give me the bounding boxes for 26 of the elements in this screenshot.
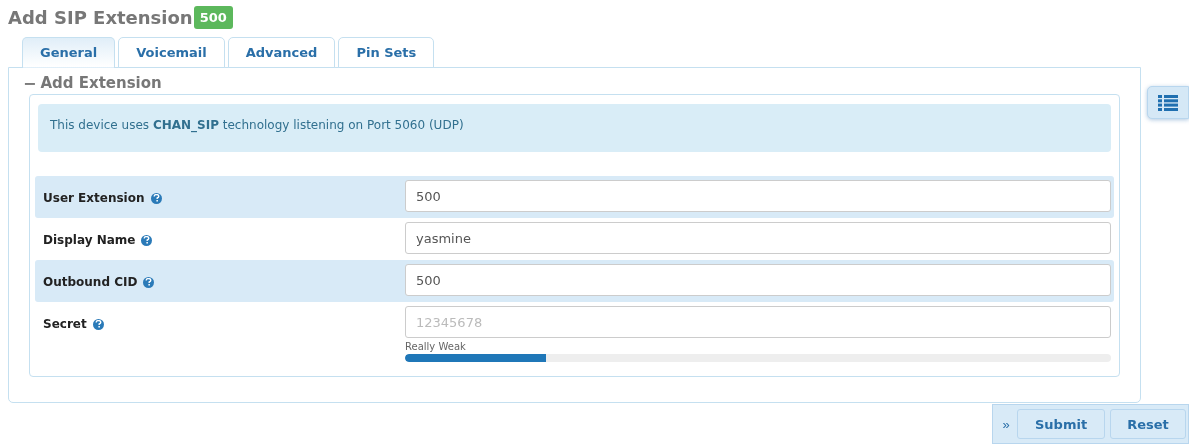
section-title: Add Extension — [40, 74, 162, 92]
field-label: Secret — [43, 317, 87, 331]
help-icon[interactable] — [92, 318, 104, 330]
input-field[interactable]: 500 — [405, 180, 1111, 212]
field-label: User Extension — [43, 191, 145, 205]
tab[interactable]: Voicemail — [118, 37, 225, 68]
help-icon[interactable] — [143, 276, 155, 288]
field-label: Outbound CID — [43, 275, 138, 289]
extension-badge: 500 — [193, 6, 233, 29]
expand-button[interactable]: » — [1000, 416, 1012, 432]
info-message: This device uses CHAN_SIP technology listening on Port 5060 (UDP) — [38, 104, 1111, 152]
action-button[interactable]: Submit — [1017, 409, 1106, 439]
input-field[interactable]: 500 — [405, 264, 1111, 296]
action-button[interactable]: Reset — [1110, 409, 1186, 439]
strength-label: Really Weak — [405, 341, 467, 352]
help-icon[interactable] — [141, 234, 153, 246]
collapse-toggle[interactable]: − — [23, 73, 37, 93]
input-field[interactable]: yasmine — [405, 222, 1111, 254]
list-icon — [1158, 94, 1178, 111]
tab[interactable]: Advanced — [227, 37, 336, 68]
tab[interactable]: Pin Sets — [338, 37, 435, 68]
field-label: Display Name — [43, 233, 136, 247]
page-title: Add SIP Extension — [8, 7, 193, 28]
tab[interactable]: General — [22, 37, 116, 68]
list-button[interactable] — [1147, 86, 1189, 119]
help-icon[interactable] — [150, 192, 162, 204]
